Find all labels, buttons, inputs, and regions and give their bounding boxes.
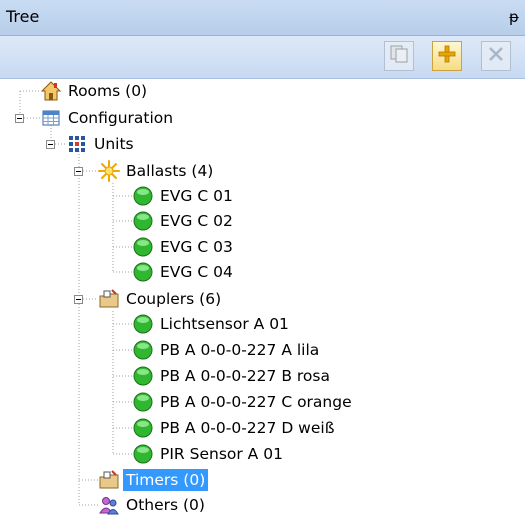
tree-node-label: Others (0) xyxy=(126,496,205,514)
tree-leaf-ballast[interactable]: EVG C 01 xyxy=(132,184,236,208)
tree-view[interactable]: Rooms (0) Configuration Units Ballasts (… xyxy=(0,79,525,515)
status-ok-icon xyxy=(132,210,154,232)
status-ok-icon xyxy=(132,365,154,387)
panel-title: Tree xyxy=(6,7,40,26)
status-ok-icon xyxy=(132,417,154,439)
delete-icon xyxy=(486,44,506,68)
tree-leaf-label: PB A 0-0-0-227 D weiß xyxy=(160,419,335,437)
status-ok-icon xyxy=(132,443,154,465)
tree-leaf-label: EVG C 02 xyxy=(160,212,233,230)
expander-units[interactable] xyxy=(46,140,55,149)
tree-toolbar xyxy=(0,36,525,79)
tree-node-timers[interactable]: Timers (0) xyxy=(98,468,209,492)
status-ok-icon xyxy=(132,185,154,207)
tree-leaf-label: PB A 0-0-0-227 C orange xyxy=(160,393,352,411)
tree-leaf-coupler[interactable]: PB A 0-0-0-227 A lila xyxy=(132,338,322,362)
tree-leaf-coupler[interactable]: PB A 0-0-0-227 D weiß xyxy=(132,416,337,440)
tree-leaf-coupler[interactable]: Lichtsensor A 01 xyxy=(132,312,292,336)
status-ok-icon xyxy=(132,313,154,335)
users-icon xyxy=(98,494,120,516)
expander-ballasts[interactable] xyxy=(74,167,83,176)
status-ok-icon xyxy=(132,391,154,413)
tree-node-label: Units xyxy=(94,135,134,153)
pin-icon[interactable]: ᵽ xyxy=(509,8,519,26)
copy-button[interactable] xyxy=(384,41,414,71)
tree-leaf-coupler[interactable]: PB A 0-0-0-227 C orange xyxy=(132,390,355,414)
expander-couplers[interactable] xyxy=(74,295,83,304)
tree-node-units[interactable]: Units xyxy=(66,132,137,156)
tree-leaf-label: PIR Sensor A 01 xyxy=(160,445,283,463)
network-icon xyxy=(66,133,88,155)
tree-node-couplers[interactable]: Couplers (6) xyxy=(98,287,224,311)
tree-node-ballasts[interactable]: Ballasts (4) xyxy=(98,159,216,183)
copy-icon xyxy=(389,44,409,68)
folder-plug-icon xyxy=(98,469,120,491)
tree-node-rooms[interactable]: Rooms (0) xyxy=(40,79,150,103)
tree-node-configuration[interactable]: Configuration xyxy=(40,106,176,130)
status-ok-icon xyxy=(132,261,154,283)
tree-node-label: Configuration xyxy=(68,109,174,127)
tree-leaf-label: Lichtsensor A 01 xyxy=(160,315,289,333)
tree-leaf-ballast[interactable]: EVG C 02 xyxy=(132,209,236,233)
tree-leaf-label: EVG C 03 xyxy=(160,238,233,256)
delete-button[interactable] xyxy=(481,41,511,71)
status-ok-icon xyxy=(132,236,154,258)
status-ok-icon xyxy=(132,339,154,361)
tree-leaf-label: EVG C 04 xyxy=(160,263,233,281)
add-button[interactable] xyxy=(432,41,462,71)
tree-leaf-ballast[interactable]: EVG C 04 xyxy=(132,260,236,284)
light-burst-icon xyxy=(98,160,120,182)
tree-node-label: Couplers (6) xyxy=(126,290,222,308)
tree-leaf-label: PB A 0-0-0-227 B rosa xyxy=(160,367,330,385)
panel-titlebar: Tree ᵽ xyxy=(0,0,525,36)
tree-node-label: Rooms (0) xyxy=(68,82,148,100)
tree-node-label: Timers (0) xyxy=(123,469,209,491)
tree-node-label: Ballasts (4) xyxy=(126,162,214,180)
expander-configuration[interactable] xyxy=(15,114,24,123)
add-icon xyxy=(437,44,457,68)
house-icon xyxy=(40,80,62,102)
tree-node-others[interactable]: Others (0) xyxy=(98,493,208,517)
tree-leaf-label: PB A 0-0-0-227 A lila xyxy=(160,341,320,359)
folder-plug-icon xyxy=(98,288,120,310)
tree-leaf-coupler[interactable]: PIR Sensor A 01 xyxy=(132,442,286,466)
table-icon xyxy=(40,107,62,129)
tree-leaf-coupler[interactable]: PB A 0-0-0-227 B rosa xyxy=(132,364,333,388)
tree-leaf-ballast[interactable]: EVG C 03 xyxy=(132,235,236,259)
tree-leaf-label: EVG C 01 xyxy=(160,187,233,205)
